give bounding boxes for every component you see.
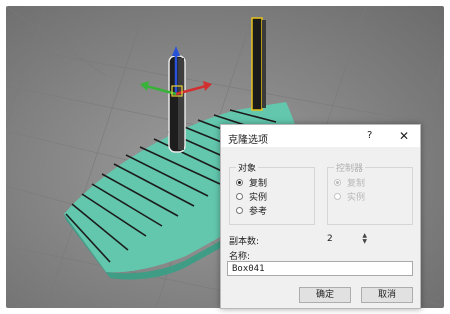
radio-object-reference[interactable]: 参考 xyxy=(236,204,268,217)
post-yellow xyxy=(251,17,266,111)
radio-button[interactable] xyxy=(236,178,243,186)
radio-label: 实例 xyxy=(347,192,366,203)
dialog-titlebar[interactable]: 克隆选项 ? ✕ xyxy=(221,125,420,147)
radio-label: 参考 xyxy=(249,206,268,217)
radio-label: 实例 xyxy=(249,192,268,203)
radio-button[interactable] xyxy=(236,192,243,200)
controller-group-label: 控制器 xyxy=(334,161,366,174)
spinner-arrows-icon[interactable]: ▲ ▼ xyxy=(362,233,367,245)
copies-label: 副本数: xyxy=(229,237,260,247)
object-group-label: 对象 xyxy=(236,161,259,174)
radio-object-copy[interactable]: 复制 xyxy=(236,176,268,189)
radio-controller-copy: 复制 xyxy=(334,176,366,189)
radio-label: 复制 xyxy=(249,178,268,189)
radio-button[interactable] xyxy=(236,206,243,214)
ok-button[interactable]: 确定 xyxy=(299,287,351,303)
question-mark-icon[interactable]: ? xyxy=(367,130,372,141)
radio-label: 复制 xyxy=(347,178,366,189)
radio-button xyxy=(334,178,341,186)
name-input[interactable]: Box041 xyxy=(227,261,413,276)
object-group: 对象 复制 实例 参考 xyxy=(229,161,315,225)
dialog-title: 克隆选项 xyxy=(228,135,268,146)
clone-options-dialog: 克隆选项 ? ✕ 对象 复制 实例 参考 控制器 复制 实例 副本数: 2 ▲ … xyxy=(220,124,421,309)
close-x-icon[interactable]: ✕ xyxy=(399,129,409,143)
copies-value[interactable]: 2 xyxy=(327,234,333,244)
copies-spinner[interactable]: 2 ▲ ▼ xyxy=(327,233,367,245)
radio-object-instance[interactable]: 实例 xyxy=(236,190,268,203)
radio-controller-instance: 实例 xyxy=(334,190,366,203)
controller-group: 控制器 复制 实例 xyxy=(327,161,413,225)
cancel-button[interactable]: 取消 xyxy=(361,287,413,303)
radio-button xyxy=(334,192,341,200)
